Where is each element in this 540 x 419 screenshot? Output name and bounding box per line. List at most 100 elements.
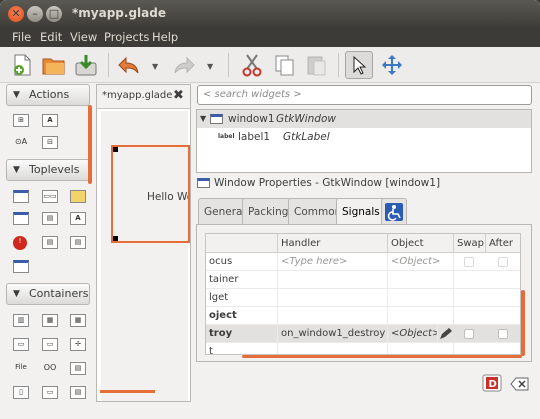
table-row-selected[interactable]: troy on_window1_destroy <Object> [206,325,520,344]
tree-row-label1[interactable]: label label1 GtkLabel [197,128,531,146]
palette-item-color-dialog[interactable]: ▤ [42,212,58,225]
column-header-object[interactable]: Object [388,234,454,253]
palette-item-dialog[interactable]: ▭▭ [42,190,58,203]
palette-item-label-action[interactable]: A [42,114,58,127]
object-cell[interactable]: <Object> [388,253,454,271]
after-checkbox[interactable] [498,329,508,339]
table-row[interactable]: lget [206,289,520,307]
column-header-after[interactable]: After [486,234,520,253]
palette-item-table[interactable]: ▦ [70,314,86,327]
close-tab-icon[interactable]: ✖ [173,88,184,103]
design-scrollbar[interactable] [100,390,155,393]
search-widgets-input[interactable]: < search widgets > [197,85,532,105]
tab-accessibility[interactable] [381,198,407,224]
resize-handle[interactable] [113,147,118,152]
palette-item-frame[interactable]: ▭ [42,338,58,351]
palette-item-fixed[interactable]: ✢ [70,338,86,351]
window-preview[interactable]: Hello World [111,145,190,243]
handler-cell[interactable] [278,307,388,325]
undo-menu-chevron-icon[interactable]: ▼ [152,62,158,71]
signals-vertical-scrollbar[interactable] [521,290,525,356]
palette-item-action-icon[interactable]: ⊞ [13,114,29,127]
save-button[interactable] [72,51,100,79]
palette-item-about-dialog[interactable] [70,190,86,203]
tab-signals[interactable]: Signals [336,198,386,226]
handler-cell[interactable] [278,343,388,354]
copy-button[interactable] [270,51,298,79]
paste-button[interactable] [302,51,330,79]
palette-item-font-dialog[interactable]: A [70,212,86,225]
handler-cell[interactable]: on_window1_destroy [278,325,388,343]
palette-item-group-action[interactable]: ⊟ [42,136,58,149]
edit-pencil-icon[interactable] [438,327,452,344]
palette-item-grid[interactable]: ▦ [42,314,58,327]
palette-item-notebook[interactable]: ▭ [13,338,29,351]
palette-item-layout[interactable]: ▤ [70,386,86,399]
swap-checkbox[interactable] [464,257,474,267]
expand-arrow-icon[interactable]: ▼ [200,110,206,128]
palette-group-actions[interactable]: ▼ Actions [6,84,90,106]
table-row[interactable]: oject [206,307,520,325]
palette-item-recent-chooser-dialog[interactable]: ▤ [70,236,86,249]
palette-scrollbar[interactable] [88,105,92,184]
palette-item-paned[interactable]: ▯ [13,386,29,399]
maximize-window-button[interactable]: □ [46,6,62,22]
open-button[interactable] [40,51,68,79]
resize-handle[interactable] [113,236,118,241]
title-bar: ✕ – □ *myapp.glade [0,0,540,27]
column-header-signal[interactable] [206,234,278,253]
menu-help[interactable]: Help [152,30,178,44]
menu-edit[interactable]: Edit [40,30,62,44]
close-window-button[interactable]: ✕ [8,6,24,22]
palette-item-message-dialog[interactable]: ! [13,236,27,250]
palette-item-toolbar[interactable]: OO [42,362,58,375]
palette-item-window[interactable] [13,190,29,203]
tab-packing[interactable]: Packing [242,198,295,224]
pointer-icon [353,55,367,75]
design-canvas[interactable]: Hello World [101,111,190,401]
minimize-window-button[interactable]: – [27,6,43,22]
swap-checkbox[interactable] [464,329,474,339]
object-cell[interactable]: <Object> [388,325,438,343]
menu-view[interactable]: View [70,30,97,44]
palette-group-containers[interactable]: ▼ Containers [6,283,90,305]
palette-item-assistant[interactable] [13,212,29,225]
palette-item-file-chooser-dialog[interactable]: ▤ [42,236,58,249]
docs-button[interactable]: D [482,374,502,392]
palette-item-box[interactable]: ▥ [13,314,29,327]
handler-cell[interactable] [278,289,388,307]
pointer-mode-button[interactable] [345,51,373,79]
redo-menu-chevron-icon[interactable]: ▼ [207,62,213,71]
menu-projects[interactable]: Projects [104,30,149,44]
palette-item-button-box[interactable]: ▭ [42,386,58,399]
palette-group-toplevels[interactable]: ▼ Toplevels [6,159,90,181]
object-cell[interactable] [388,271,454,289]
new-button[interactable] [8,51,36,79]
redo-button[interactable] [170,51,198,79]
object-cell[interactable] [388,289,454,307]
after-checkbox[interactable] [498,257,508,267]
menu-file[interactable]: File [12,30,31,44]
column-header-swap[interactable]: Swap [454,234,486,253]
palette-item-menubar[interactable]: File [13,362,29,375]
object-cell[interactable] [388,307,454,325]
palette-item-toggle-action[interactable]: ⊙A [13,136,29,149]
clear-button[interactable] [510,376,530,392]
palette-item-offscreen-window[interactable] [13,260,29,273]
table-row[interactable]: tainer [206,271,520,289]
undo-button[interactable] [115,51,143,79]
signal-name: lget [206,289,278,307]
handler-cell[interactable] [278,271,388,289]
preview-label[interactable]: Hello World [147,191,188,203]
cut-button[interactable] [238,51,266,79]
column-header-handler[interactable]: Handler [278,234,388,253]
table-row[interactable]: t [206,343,520,354]
signals-horizontal-scrollbar[interactable] [242,355,522,358]
document-tab[interactable]: *myapp.glade ✖ [97,85,190,109]
object-cell[interactable] [388,343,454,354]
palette-item-tool-palette[interactable]: ▤ [70,362,86,375]
handler-cell[interactable]: <Type here> [278,253,388,271]
tree-row-window1[interactable]: ▼ window1 GtkWindow [197,110,531,128]
drag-resize-button[interactable] [378,51,406,79]
table-row[interactable]: ocus <Type here> <Object> [206,253,520,271]
